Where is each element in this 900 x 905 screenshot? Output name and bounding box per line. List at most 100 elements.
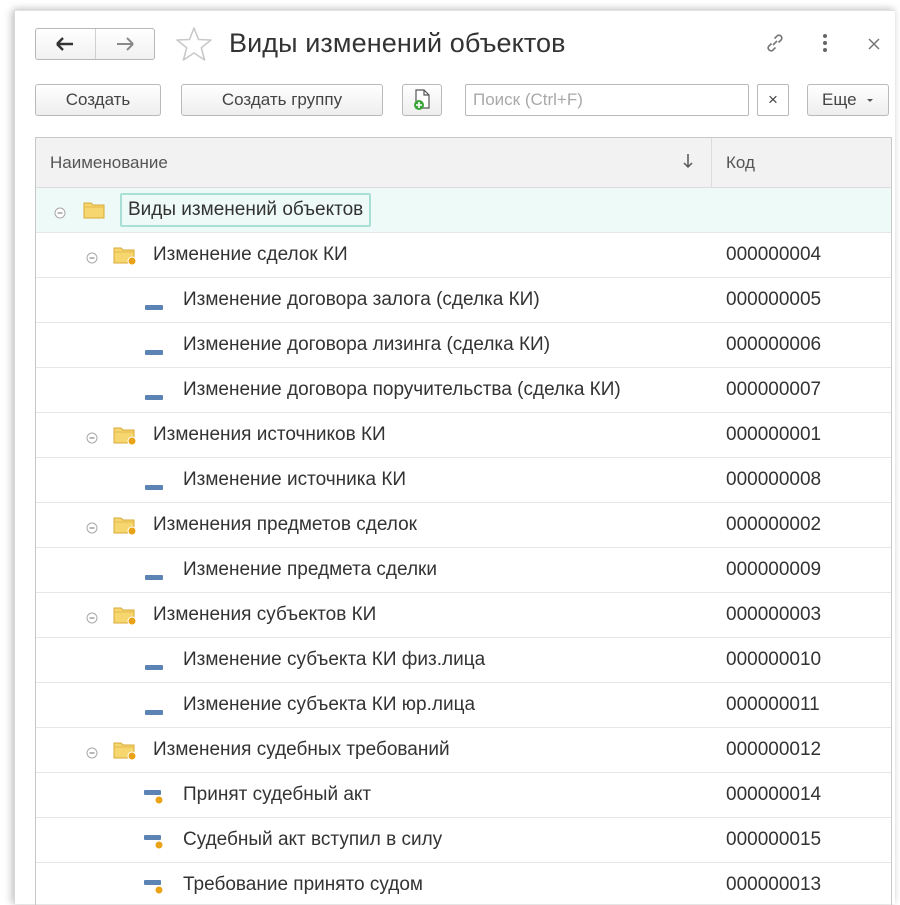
predefined-folder-icon <box>112 514 138 542</box>
name-cell: Изменения источников КИ <box>36 413 712 457</box>
catalog-item-icon <box>144 656 164 678</box>
row-name: Изменение субъекта КИ физ.лица <box>183 649 486 670</box>
link-icon[interactable] <box>763 31 787 55</box>
code-cell: 000000005 <box>726 289 822 310</box>
predefined-folder-icon <box>112 244 138 272</box>
predefined-item-icon <box>143 876 165 902</box>
catalog-item-icon <box>144 566 164 588</box>
table-row-group[interactable]: Изменение сделок КИ 000000004 <box>36 233 891 278</box>
table-row-group[interactable]: Изменения субъектов КИ 000000003 <box>36 593 891 638</box>
table-row[interactable]: Изменение предмета сделки 000000009 <box>36 548 891 593</box>
table-row-group[interactable]: Изменения предметов сделок 000000002 <box>36 503 891 548</box>
catalog-item-icon <box>144 296 164 318</box>
close-icon[interactable] <box>868 38 880 50</box>
name-cell: Изменения предметов сделок <box>36 503 712 547</box>
name-cell: Требование принято судом <box>36 863 712 905</box>
row-name: Изменения судебных требований <box>153 739 450 760</box>
table-row[interactable]: Требование принято судом 000000013 <box>36 863 891 905</box>
column-header-name[interactable]: Наименование <box>36 138 712 187</box>
forward-arrow-icon <box>116 37 134 51</box>
table-body: Виды изменений объектов Изменение сделок … <box>36 188 891 905</box>
name-cell: Изменения субъектов КИ <box>36 593 712 637</box>
code-cell: 000000006 <box>726 334 822 355</box>
name-cell: Судебный акт вступил в силу <box>36 818 712 862</box>
code-cell: 000000003 <box>726 604 822 625</box>
catalog-item-icon <box>144 476 164 498</box>
table-row[interactable]: Изменение источника КИ 000000008 <box>36 458 891 503</box>
more-button[interactable]: Еще <box>807 84 889 116</box>
predefined-item-icon <box>143 786 165 812</box>
name-cell: Изменение источника КИ <box>36 458 712 502</box>
name-cell: Изменение сделок КИ <box>36 233 712 277</box>
collapse-toggle-icon[interactable] <box>54 203 66 225</box>
copy-document-icon <box>414 89 430 110</box>
more-vertical-icon[interactable] <box>821 33 829 53</box>
more-label: Еще <box>822 90 857 109</box>
collapse-toggle-icon[interactable] <box>86 743 98 765</box>
name-cell: Изменение субъекта КИ юр.лица <box>36 683 712 727</box>
collapse-toggle-icon[interactable] <box>86 428 98 450</box>
create-button[interactable]: Создать <box>35 84 161 116</box>
window-title: Виды изменений объектов <box>229 28 566 58</box>
table-header: Наименование Код <box>36 138 891 188</box>
code-cell: 000000004 <box>726 244 822 265</box>
name-cell: Виды изменений объектов <box>36 188 712 232</box>
code-cell: 000000013 <box>726 874 822 895</box>
table-row-root[interactable]: Виды изменений объектов <box>36 188 891 233</box>
code-cell: 000000015 <box>726 829 822 850</box>
collapse-toggle-icon[interactable] <box>86 518 98 540</box>
collapse-toggle-icon[interactable] <box>86 608 98 630</box>
column-header-code[interactable]: Код <box>712 138 755 187</box>
row-name: Изменение договора лизинга (сделка КИ) <box>183 334 551 355</box>
chevron-down-icon <box>866 99 873 102</box>
create-group-button[interactable]: Создать группу <box>181 84 383 116</box>
code-cell: 000000007 <box>726 379 822 400</box>
predefined-folder-icon <box>112 424 138 452</box>
star-icon[interactable] <box>175 26 213 62</box>
table-row[interactable]: Изменение договора лизинга (сделка КИ) 00… <box>36 323 891 368</box>
command-bar: Создать Создать группу Поиск (Ctrl+F) × … <box>35 84 889 118</box>
catalog-item-icon <box>144 701 164 723</box>
row-name: Изменения предметов сделок <box>153 514 417 535</box>
table-row-group[interactable]: Изменения судебных требований 000000012 <box>36 728 891 773</box>
name-cell: Изменение договора залога (сделка КИ) <box>36 278 712 322</box>
row-name: Изменение субъекта КИ юр.лица <box>183 694 476 715</box>
code-cell: 000000014 <box>726 784 822 805</box>
catalog-window: Виды изменений объектов Создать Создать … <box>14 10 895 905</box>
forward-button[interactable] <box>94 29 155 59</box>
search-clear-button[interactable]: × <box>757 84 789 116</box>
predefined-folder-icon <box>112 739 138 767</box>
catalog-table: Наименование Код Виды изменений объектов… <box>35 137 892 905</box>
table-row[interactable]: Изменение договора залога (сделка КИ) 000… <box>36 278 891 323</box>
table-row-group[interactable]: Изменения источников КИ 000000001 <box>36 413 891 458</box>
column-header-name-label: Наименование <box>50 152 168 172</box>
catalog-item-icon <box>144 341 164 363</box>
row-name: Принят судебный акт <box>183 784 372 805</box>
name-cell: Принят судебный акт <box>36 773 712 817</box>
row-name: Виды изменений объектов <box>120 193 372 227</box>
code-cell: 000000009 <box>726 559 822 580</box>
row-name: Изменения источников КИ <box>153 424 386 445</box>
code-cell: 000000011 <box>726 694 820 715</box>
name-cell: Изменение договора лизинга (сделка КИ) <box>36 323 712 367</box>
predefined-item-icon <box>143 831 165 857</box>
table-row[interactable]: Изменение субъекта КИ юр.лица 000000011 <box>36 683 891 728</box>
folder-icon <box>82 199 108 227</box>
back-arrow-icon <box>56 37 74 51</box>
table-row[interactable]: Судебный акт вступил в силу 000000015 <box>36 818 891 863</box>
table-row[interactable]: Изменение субъекта КИ физ.лица 000000010 <box>36 638 891 683</box>
search-input[interactable]: Поиск (Ctrl+F) <box>465 84 749 116</box>
row-name: Изменение сделок КИ <box>153 244 348 265</box>
table-row[interactable]: Изменение договора поручительства (сделк… <box>36 368 891 413</box>
code-cell <box>712 188 726 232</box>
back-button[interactable] <box>36 29 95 59</box>
row-name: Изменение договора поручительства (сделк… <box>183 379 621 400</box>
title-bar: Виды изменений объектов <box>15 11 895 73</box>
catalog-item-icon <box>144 386 164 408</box>
name-cell: Изменения судебных требований <box>36 728 712 772</box>
table-row[interactable]: Принят судебный акт 000000014 <box>36 773 891 818</box>
name-cell: Изменение предмета сделки <box>36 548 712 592</box>
collapse-toggle-icon[interactable] <box>86 248 98 270</box>
predefined-folder-icon <box>112 604 138 632</box>
copy-item-button[interactable] <box>402 84 442 116</box>
